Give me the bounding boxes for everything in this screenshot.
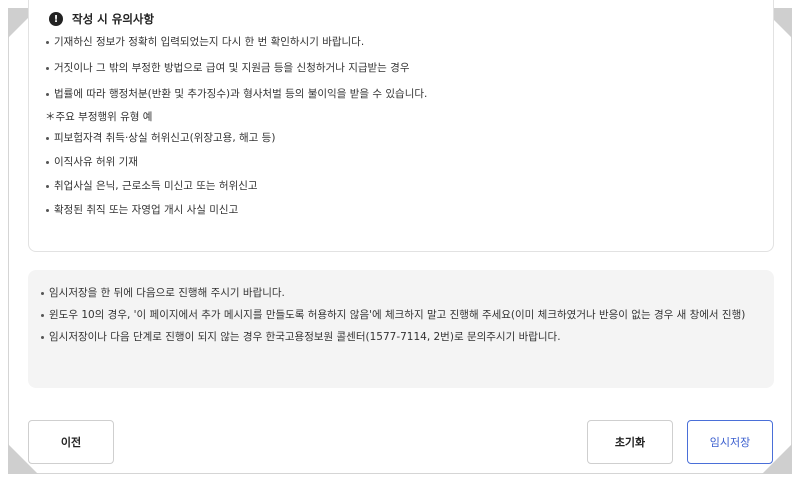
modal-dialog: ! 작성 시 유의사항 기재하신 정보가 정확히 입력되었는지 다시 한 번 확… (0, 0, 800, 480)
examples-list: 피보험자격 취득·상실 허위신고(위장고용, 해고 등) 이직사유 허위 기재 … (45, 126, 757, 222)
notice-list: 기재하신 정보가 정확히 입력되었는지 다시 한 번 확인하시기 바랍니다. 거… (45, 28, 757, 106)
example-item: 피보험자격 취득·상실 허위신고(위장고용, 해고 등) (45, 126, 757, 150)
info-item: 임시저장이나 다음 단계로 진행이 되지 않는 경우 한국고용정보원 콜센터(1… (40, 326, 762, 348)
notice-item: 법률에 따라 행정처분(반환 및 추가징수)과 형사처벌 등의 불이익을 받을 … (45, 80, 757, 106)
info-item: 임시저장을 한 뒤에 다음으로 진행해 주시기 바랍니다. (40, 282, 762, 304)
notice-title: 작성 시 유의사항 (72, 12, 155, 26)
notice-box: ! 작성 시 유의사항 기재하신 정보가 정확히 입력되었는지 다시 한 번 확… (28, 0, 774, 252)
temp-save-button[interactable]: 임시저장 (687, 420, 773, 464)
alert-icon: ! (49, 12, 63, 26)
info-list: 임시저장을 한 뒤에 다음으로 진행해 주시기 바랍니다. 윈도우 10의 경우… (40, 282, 762, 348)
info-item: 윈도우 10의 경우, '이 페이지에서 추가 메시지를 만들도록 허용하지 않… (40, 304, 762, 326)
notice-item: 기재하신 정보가 정확히 입력되었는지 다시 한 번 확인하시기 바랍니다. (45, 28, 757, 54)
reset-button[interactable]: 초기화 (587, 420, 673, 464)
example-item: 확정된 취직 또는 자영업 개시 사실 미신고 (45, 198, 757, 222)
example-item: 취업사실 은닉, 근로소득 미신고 또는 허위신고 (45, 174, 757, 198)
prev-button[interactable]: 이전 (28, 420, 114, 464)
example-item: 이직사유 허위 기재 (45, 150, 757, 174)
examples-heading: ＊주요 부정행위 유형 예 (45, 111, 153, 123)
notice-heading: ! 작성 시 유의사항 (49, 10, 757, 28)
notice-item: 거짓이나 그 밖의 부정한 방법으로 급여 및 지원금 등을 신청하거나 지급받… (45, 54, 757, 80)
info-box: 임시저장을 한 뒤에 다음으로 진행해 주시기 바랍니다. 윈도우 10의 경우… (28, 270, 774, 388)
